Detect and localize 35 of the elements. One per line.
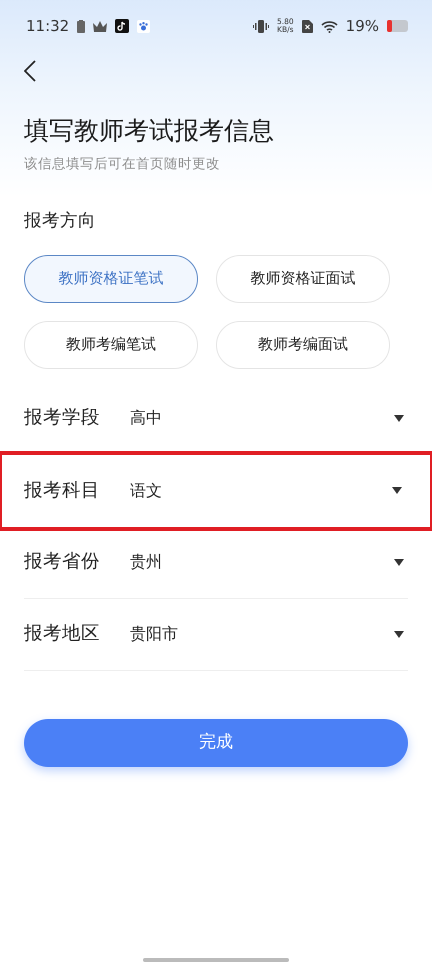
crown-icon [93, 20, 108, 32]
battery-icon [387, 20, 408, 32]
field-value: 贵州 [130, 551, 163, 573]
option-chip[interactable]: 教师考编面试 [216, 320, 390, 368]
field-label: 报考省份 [24, 550, 101, 574]
field-label: 报考学段 [24, 406, 101, 430]
back-icon[interactable] [24, 60, 36, 82]
field-value: 高中 [130, 407, 163, 429]
select-row[interactable]: 报考学段 高中 [24, 382, 408, 454]
section-label: 报考方向 [24, 210, 97, 234]
paw-icon [137, 20, 150, 32]
select-row[interactable]: 报考省份 贵州 [24, 526, 408, 598]
field-label: 报考科目 [24, 478, 101, 503]
battery-percent: 19% [346, 16, 379, 37]
option-chip[interactable]: 教师考编笔试 [24, 320, 198, 368]
dropdown-caret-icon [394, 414, 404, 422]
option-chip[interactable]: 教师资格证面试 [216, 254, 390, 302]
dropdown-caret-icon [392, 487, 402, 494]
highlighted-select-row[interactable]: 报考科目 语文 [2, 454, 430, 526]
sim-card-icon [302, 20, 313, 32]
field-value: 语文 [130, 480, 163, 502]
dropdown-caret-icon [394, 630, 404, 638]
field-label: 报考地区 [24, 622, 101, 646]
field-value: 贵阳市 [130, 623, 179, 645]
option-chip[interactable]: 教师资格证笔试 [24, 254, 198, 302]
page-title: 填写教师考试报考信息 [24, 116, 275, 146]
status-time: 11:32 [26, 16, 70, 37]
wifi-icon [320, 20, 338, 32]
vibrate-icon [252, 20, 269, 32]
select-row[interactable]: 报考地区 贵阳市 [24, 598, 408, 670]
done-button[interactable]: 完成 [24, 718, 408, 766]
music-note-icon [115, 19, 130, 33]
battery-saver-icon [77, 20, 86, 32]
dropdown-caret-icon [394, 558, 404, 566]
page-subtitle: 该信息填写后可在首页随时更改 [24, 155, 221, 174]
